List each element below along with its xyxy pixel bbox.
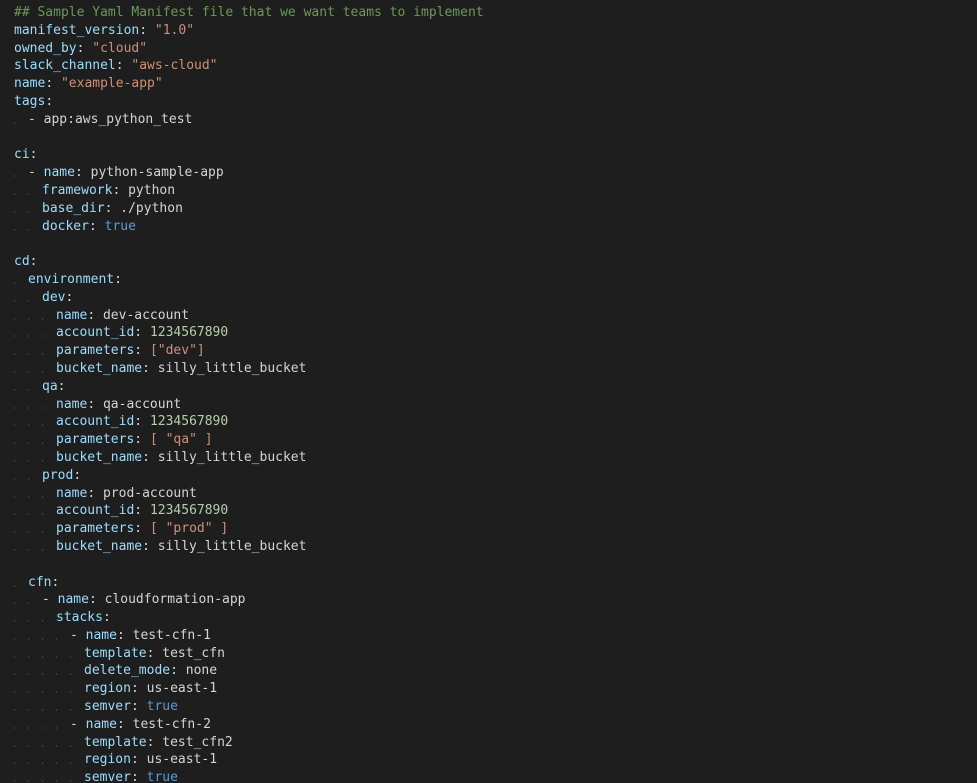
s1-name-val: test-cfn-1 <box>133 628 211 643</box>
yaml-code-block: ## Sample Yaml Manifest file that we wan… <box>0 0 977 783</box>
ci-basedir-val: ./python <box>120 201 183 216</box>
cfn-stacks-key: stacks <box>56 610 103 625</box>
s2-template-key: template <box>84 735 147 750</box>
s2-semver-key: semver <box>84 770 131 783</box>
cfn-key: cfn <box>28 575 51 590</box>
dev-name-val: dev-account <box>103 308 189 323</box>
prod-bucket-val: silly_little_bucket <box>158 539 307 554</box>
qa-name-val: qa-account <box>103 397 181 412</box>
qa-account-key: account_id <box>56 414 134 429</box>
val-owned-by: "cloud" <box>92 41 147 56</box>
tag-item: - app:aws_python_test <box>28 112 192 127</box>
val-manifest-version: "1.0" <box>155 23 194 38</box>
s2-name-key: name <box>86 717 117 732</box>
ci-framework-val: python <box>128 183 175 198</box>
ci-name-key: name <box>44 165 75 180</box>
s1-semver-val: true <box>147 699 178 714</box>
key-manifest-version: manifest_version <box>14 23 139 38</box>
cd-environment-key: environment <box>28 272 114 287</box>
dev-account-key: account_id <box>56 325 134 340</box>
s1-template-key: template <box>84 646 147 661</box>
qa-bucket-val: silly_little_bucket <box>158 450 307 465</box>
s2-semver-val: true <box>147 770 178 783</box>
dev-name-key: name <box>56 308 87 323</box>
dev-bucket-val: silly_little_bucket <box>158 361 307 376</box>
prod-params-val: [ "prod" ] <box>150 521 228 536</box>
qa-bucket-key: bucket_name <box>56 450 142 465</box>
ci-framework-key: framework <box>42 183 112 198</box>
qa-params-val: [ "qa" ] <box>150 432 213 447</box>
dev-params-key: parameters <box>56 343 134 358</box>
s2-region-val: us-east-1 <box>147 752 217 767</box>
s1-semver-key: semver <box>84 699 131 714</box>
s1-name-key: name <box>86 628 117 643</box>
s1-deletemode-val: none <box>186 663 217 678</box>
env-qa-key: qa <box>42 379 58 394</box>
s2-template-val: test_cfn2 <box>162 735 232 750</box>
ci-docker-val: true <box>105 219 136 234</box>
val-slack-channel: "aws-cloud" <box>131 58 217 73</box>
dev-params-val: ["dev"] <box>150 343 205 358</box>
qa-account-val: 1234567890 <box>150 414 228 429</box>
dev-bucket-key: bucket_name <box>56 361 142 376</box>
qa-params-key: parameters <box>56 432 134 447</box>
comment-line: ## Sample Yaml Manifest file that we wan… <box>14 5 484 20</box>
env-dev-key: dev <box>42 290 65 305</box>
s1-template-val: test_cfn <box>162 646 225 661</box>
key-cd: cd <box>14 254 30 269</box>
key-ci: ci <box>14 147 30 162</box>
prod-name-key: name <box>56 486 87 501</box>
ci-name-val: python-sample-app <box>91 165 224 180</box>
prod-name-val: prod-account <box>103 486 197 501</box>
s2-name-val: test-cfn-2 <box>133 717 211 732</box>
cfn-name-val: cloudformation-app <box>105 592 246 607</box>
cfn-name-key: name <box>58 592 89 607</box>
val-name: "example-app" <box>61 76 163 91</box>
dev-account-val: 1234567890 <box>150 325 228 340</box>
key-owned-by: owned_by <box>14 41 77 56</box>
ci-docker-key: docker <box>42 219 89 234</box>
prod-params-key: parameters <box>56 521 134 536</box>
prod-account-val: 1234567890 <box>150 503 228 518</box>
s1-region-key: region <box>84 681 131 696</box>
qa-name-key: name <box>56 397 87 412</box>
prod-bucket-key: bucket_name <box>56 539 142 554</box>
key-tags: tags <box>14 94 45 109</box>
s1-deletemode-key: delete_mode <box>84 663 170 678</box>
prod-account-key: account_id <box>56 503 134 518</box>
s2-region-key: region <box>84 752 131 767</box>
s1-region-val: us-east-1 <box>147 681 217 696</box>
key-slack-channel: slack_channel <box>14 58 116 73</box>
ci-basedir-key: base_dir <box>42 201 105 216</box>
env-prod-key: prod <box>42 468 73 483</box>
key-name: name <box>14 76 45 91</box>
